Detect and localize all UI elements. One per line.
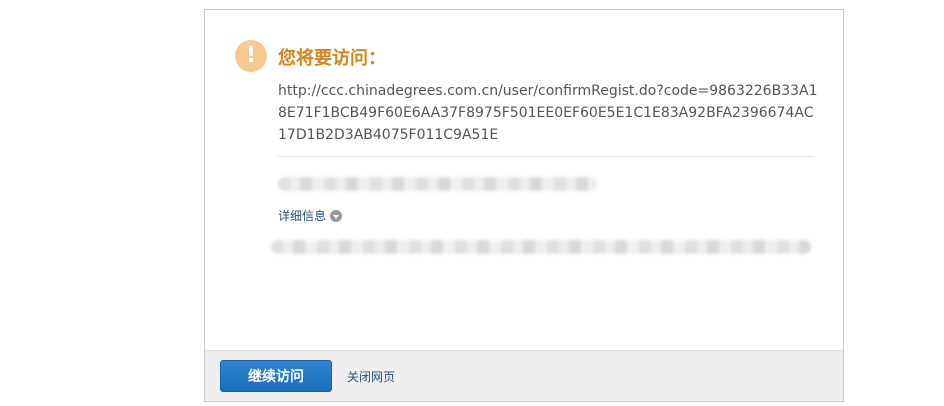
blurred-text-line (271, 240, 811, 254)
exclamation-circle-icon: ! (235, 40, 267, 72)
blurred-text-line (278, 177, 598, 191)
continue-button[interactable]: 继续访问 (220, 360, 332, 392)
security-warning-dialog: ! 您将要访问： http://ccc.chinadegrees.com.cn/… (204, 9, 844, 402)
close-page-link[interactable]: 关闭网页 (347, 368, 395, 385)
details-label: 详细信息 (278, 209, 327, 223)
target-url: http://ccc.chinadegrees.com.cn/user/conf… (278, 83, 818, 143)
chevron-down-icon (330, 209, 343, 222)
dialog-footer: 继续访问 关闭网页 (205, 350, 843, 401)
details-toggle[interactable]: 详细信息 (278, 207, 343, 224)
dialog-title: 您将要访问： (278, 48, 386, 69)
divider (278, 156, 814, 157)
